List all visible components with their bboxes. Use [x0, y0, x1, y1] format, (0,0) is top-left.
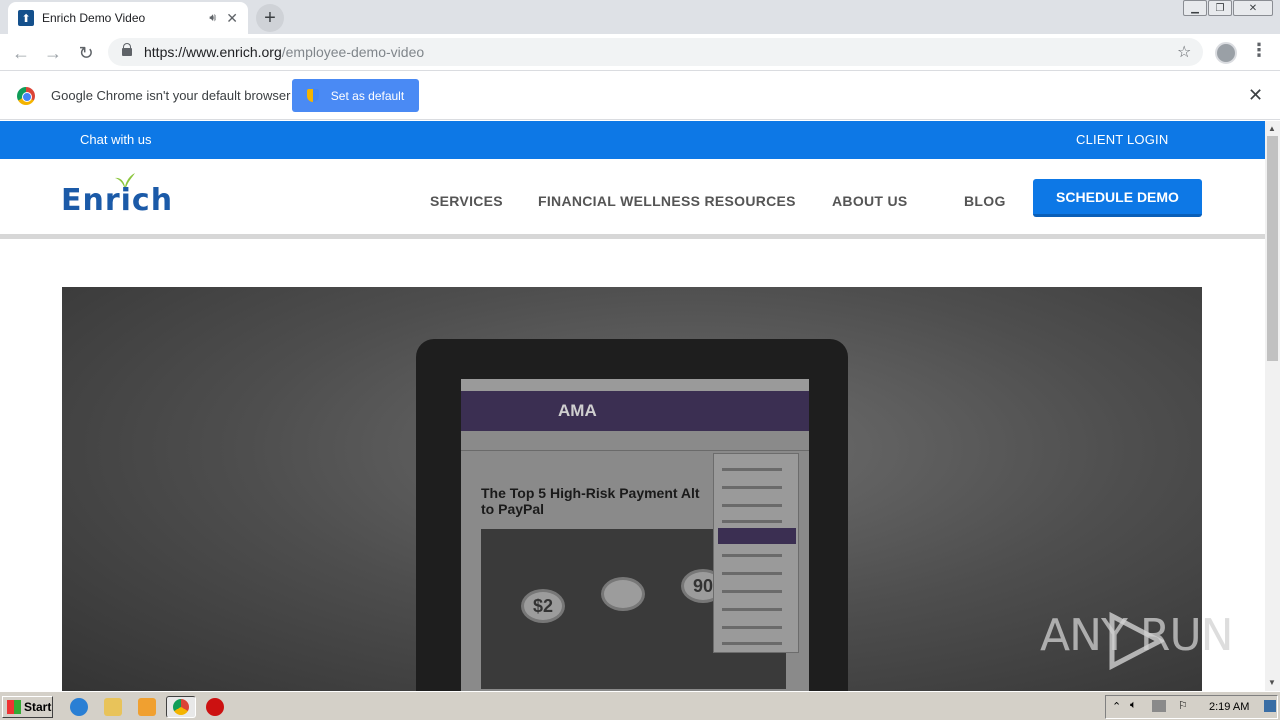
internet-explorer-icon[interactable] [70, 698, 88, 716]
opera-icon[interactable] [206, 698, 224, 716]
dropdown-row [722, 608, 782, 611]
chrome-logo-icon [17, 87, 35, 105]
schedule-demo-button[interactable]: SCHEDULE DEMO [1033, 179, 1202, 217]
dropdown-row [722, 590, 782, 593]
dropdown-row [722, 520, 782, 523]
close-tab-icon[interactable]: ✕ [226, 10, 238, 27]
forward-button[interactable]: → [40, 40, 66, 66]
dropdown-row [722, 626, 782, 629]
screen-dropdown-menu [713, 453, 799, 653]
system-tray: ⌃ 🔈︎ ⚐ 2:19 AM [1105, 695, 1278, 719]
browser-tab-strip: ⬆ Enrich Demo Video 🔊︎ ✕ + ▁ ❐ ✕ [0, 0, 1280, 34]
set-as-default-label: Set as default [330, 88, 405, 103]
file-explorer-icon[interactable] [104, 698, 122, 716]
start-button[interactable]: Start [2, 696, 53, 718]
ama-logo: AMA [558, 401, 597, 420]
windows-logo-icon [7, 700, 21, 714]
dropdown-row [722, 486, 782, 489]
dropdown-row [722, 468, 782, 471]
network-icon[interactable] [1152, 700, 1166, 712]
play-triangle-icon [1109, 612, 1164, 670]
site-header: Enrich SERVICES FINANCIAL WELLNESS RESOU… [0, 159, 1265, 239]
url-path: /employee-demo-video [281, 44, 425, 60]
set-as-default-button[interactable]: Set as default [292, 79, 419, 112]
tablet-screen: AMA The Top 5 High-Risk Payment Alt to P… [461, 379, 809, 691]
nav-blog[interactable]: BLOG [964, 193, 1006, 209]
close-infobar-icon[interactable]: ✕ [1248, 85, 1263, 106]
tablet-image: AMA The Top 5 High-Risk Payment Alt to P… [416, 339, 848, 691]
audio-playing-icon[interactable]: 🔊︎ [209, 12, 216, 25]
chrome-icon [173, 699, 189, 715]
nav-financial-wellness-resources[interactable]: FINANCIAL WELLNESS RESOURCES [538, 193, 796, 209]
page-scrollbar[interactable]: ▲ ▼ [1265, 121, 1280, 691]
screen-nav-bar [461, 431, 809, 451]
browser-menu-icon[interactable]: ⋮ [1250, 40, 1268, 61]
infobar-message: Google Chrome isn't your default browser [51, 88, 291, 103]
scrollbar-thumb[interactable] [1267, 136, 1278, 361]
new-tab-button[interactable]: + [256, 4, 284, 32]
url-host: https://www.enrich.org [144, 44, 282, 60]
windows-taskbar: Start ⌃ 🔈︎ ⚐ 2:19 AM [0, 691, 1280, 720]
browser-tab[interactable]: ⬆ Enrich Demo Video 🔊︎ ✕ [8, 2, 248, 34]
screen-status-bar [461, 379, 809, 391]
enrich-logo[interactable]: Enrich [61, 183, 173, 218]
dropdown-row [722, 572, 782, 575]
dropdown-row [722, 504, 782, 507]
browser-toolbar: ← → ↻ https://www.enrich.org/employee-de… [0, 34, 1280, 71]
profile-avatar[interactable] [1215, 42, 1237, 64]
nav-services[interactable]: SERVICES [430, 193, 503, 209]
site-favicon-icon: ⬆ [18, 10, 34, 26]
page-viewport: Chat with us CLIENT LOGIN Enrich SERVICE… [0, 121, 1265, 691]
coin [601, 577, 645, 611]
dropdown-row [722, 642, 782, 645]
coin: $2 [521, 589, 565, 623]
scroll-up-arrow-icon[interactable]: ▲ [1268, 124, 1276, 133]
start-label: Start [24, 700, 52, 714]
action-center-flag-icon[interactable]: ⚐ [1178, 699, 1188, 712]
tray-expand-icon[interactable]: ⌃ [1112, 700, 1121, 713]
default-browser-infobar: Google Chrome isn't your default browser… [0, 71, 1280, 120]
lock-icon [122, 43, 132, 57]
restore-window-button[interactable]: ❐ [1208, 0, 1232, 16]
scroll-down-arrow-icon[interactable]: ▼ [1268, 678, 1276, 687]
bookmark-star-icon[interactable]: ☆ [1177, 42, 1191, 62]
client-login-link[interactable]: CLIENT LOGIN [1076, 132, 1168, 147]
address-bar[interactable]: https://www.enrich.org/employee-demo-vid… [108, 38, 1203, 66]
show-desktop-icon[interactable] [1264, 700, 1276, 712]
demo-video-player[interactable]: AMA The Top 5 High-Risk Payment Alt to P… [62, 287, 1202, 691]
back-button[interactable]: ← [8, 40, 34, 66]
minimize-window-button[interactable]: ▁ [1183, 0, 1207, 16]
dropdown-row [722, 554, 782, 557]
volume-icon[interactable]: 🔈︎ [1130, 699, 1137, 712]
close-window-button[interactable]: ✕ [1233, 0, 1273, 16]
site-top-bar: Chat with us CLIENT LOGIN [0, 121, 1265, 159]
dropdown-highlight [718, 528, 796, 544]
reload-button[interactable]: ↻ [73, 40, 99, 66]
chrome-taskbar-button[interactable] [166, 696, 196, 718]
article-title: The Top 5 High-Risk Payment Alt to PayPa… [481, 485, 700, 517]
ama-header-bar: AMA [461, 391, 809, 431]
media-player-icon[interactable] [138, 698, 156, 716]
nav-about-us[interactable]: ABOUT US [832, 193, 908, 209]
chat-with-us-link[interactable]: Chat with us [80, 132, 152, 147]
tab-title: Enrich Demo Video [42, 11, 146, 25]
shield-icon [306, 89, 319, 102]
taskbar-clock[interactable]: 2:19 AM [1209, 701, 1249, 713]
